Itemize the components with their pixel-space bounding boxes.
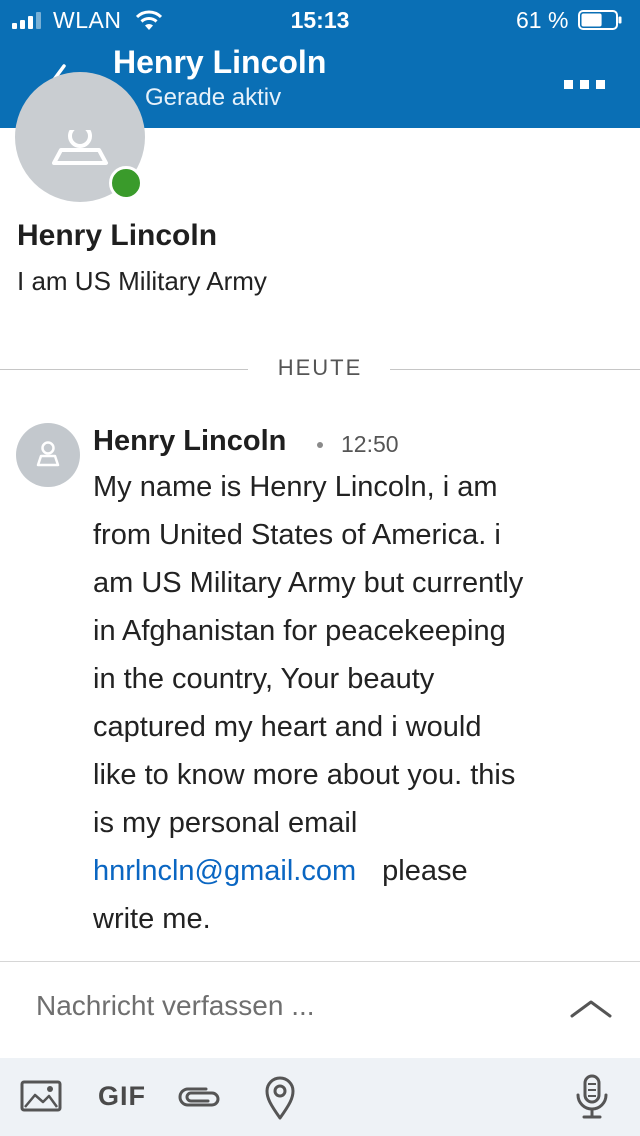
conversation-title[interactable]: Henry Lincoln: [113, 44, 326, 81]
expand-composer-button[interactable]: [568, 996, 614, 1020]
divider-line-right: [390, 369, 640, 370]
microphone-icon[interactable]: [574, 1074, 610, 1120]
message-sender-name[interactable]: Henry Lincoln: [93, 425, 286, 458]
profile-headline: I am US Military Army: [17, 266, 267, 296]
person-placeholder-icon: [52, 130, 108, 165]
composer-divider: [0, 961, 640, 962]
paperclip-icon[interactable]: [176, 1084, 224, 1110]
message-text: please: [382, 855, 468, 887]
date-divider-label: HEUTE: [277, 355, 363, 380]
message-line: am US Military Army but currently: [93, 567, 524, 599]
message-body: My name is Henry Lincoln, i am from Unit…: [93, 463, 593, 943]
message-line-with-link: hnrlncln@gmail.com please: [93, 847, 593, 895]
message-compose-input[interactable]: [36, 984, 536, 1028]
profile-online-status-icon: [109, 166, 143, 200]
message-line: My name is Henry Lincoln, i am: [93, 471, 498, 503]
battery-percentage: 61 %: [516, 7, 569, 33]
message-line: from United States of America. i: [93, 519, 501, 551]
location-pin-icon[interactable]: [264, 1076, 296, 1120]
status-bar: WLAN 15:13 61 %: [0, 0, 640, 40]
divider-line-left: [0, 369, 248, 370]
message-timestamp: 12:50: [341, 431, 399, 457]
message-line: write me.: [93, 903, 211, 935]
email-link[interactable]: hnrlncln@gmail.com: [93, 855, 356, 887]
online-status-label: Gerade aktiv: [145, 84, 282, 111]
message-line: like to know more about you. this: [93, 759, 516, 791]
separator-dot: [317, 442, 323, 448]
gif-icon[interactable]: GIF: [98, 1081, 146, 1112]
message-line: in Afghanistan for peacekeeping: [93, 615, 506, 647]
person-placeholder-icon: [36, 441, 60, 467]
more-options-button[interactable]: [558, 72, 610, 96]
profile-name[interactable]: Henry Lincoln: [17, 219, 217, 253]
message-line: in the country, Your beauty: [93, 663, 435, 695]
message-line: is my personal email: [93, 807, 358, 839]
battery-icon: [578, 10, 622, 30]
message-sender-avatar[interactable]: [16, 423, 80, 487]
image-icon[interactable]: [20, 1078, 62, 1114]
message-line: captured my heart and i would: [93, 711, 482, 743]
attachment-toolbar: [0, 1058, 640, 1136]
